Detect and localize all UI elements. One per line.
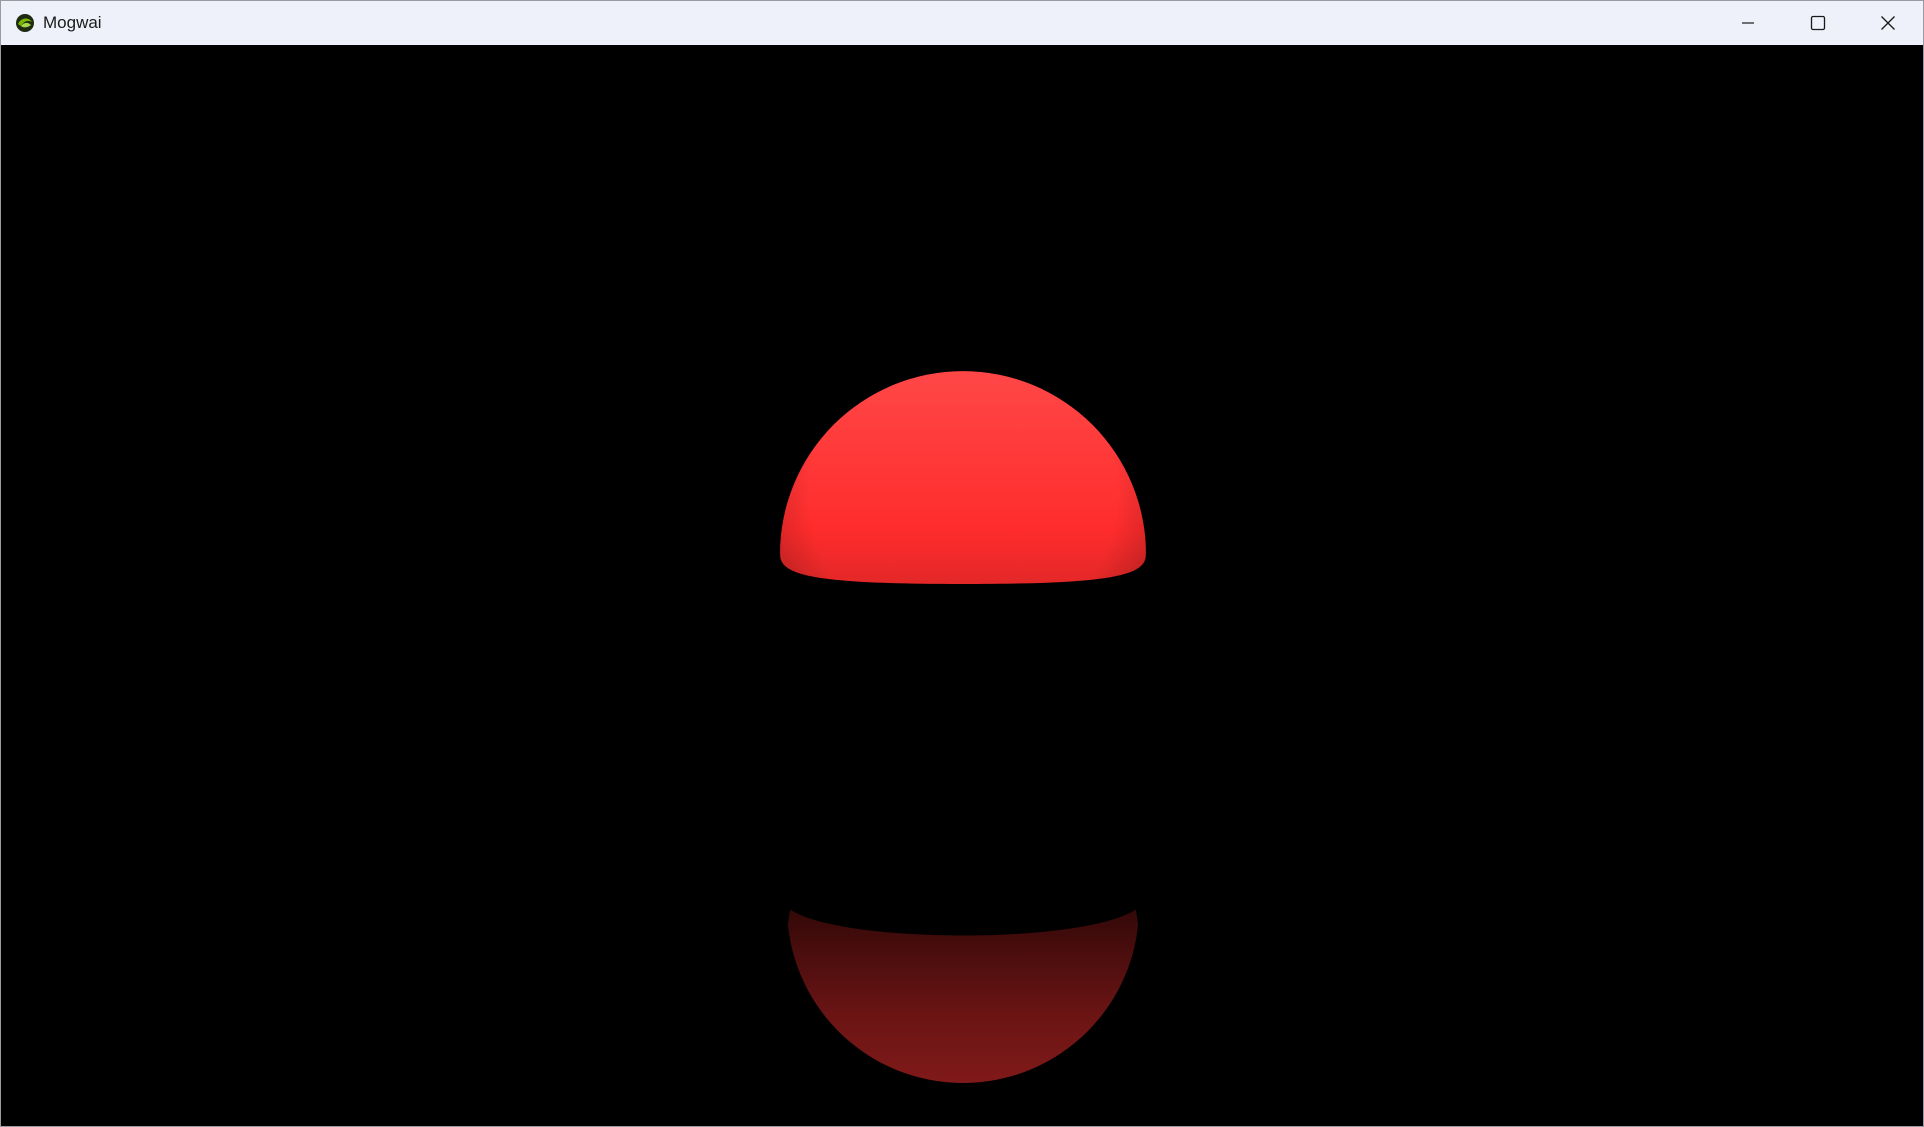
red-sphere-reflection: [787, 907, 1139, 1083]
mogwai-window: Mogwai: [0, 0, 1924, 1127]
render-viewport[interactable]: [1, 45, 1923, 1126]
close-icon: [1880, 15, 1896, 31]
maximize-icon: [1810, 15, 1826, 31]
window-controls: [1713, 1, 1923, 45]
minimize-button[interactable]: [1713, 1, 1783, 45]
minimize-icon: [1741, 16, 1755, 30]
red-sphere: [780, 371, 1146, 584]
close-button[interactable]: [1853, 1, 1923, 45]
maximize-button[interactable]: [1783, 1, 1853, 45]
title-bar[interactable]: Mogwai: [1, 1, 1923, 45]
mogwai-logo-icon: [14, 12, 36, 34]
window-title: Mogwai: [43, 13, 102, 32]
